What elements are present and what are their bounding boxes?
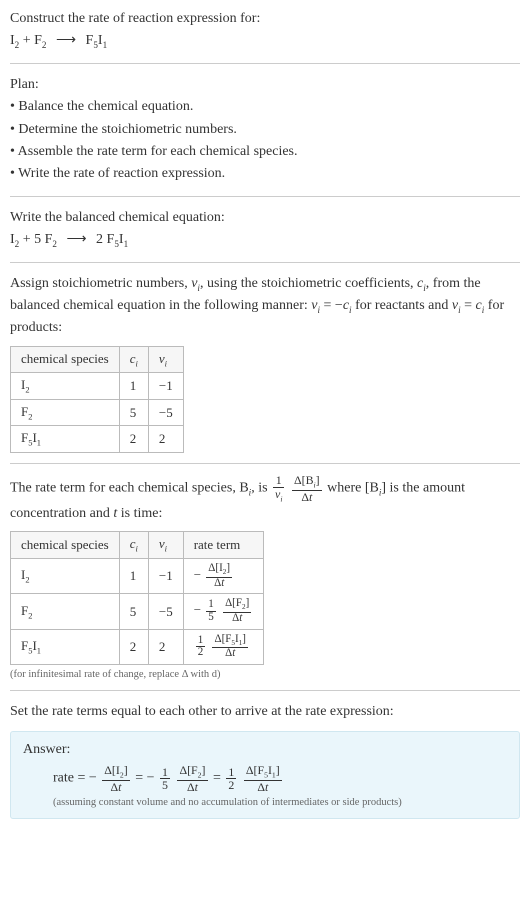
balanced-block: Write the balanced chemical equation: I2… xyxy=(10,207,520,252)
answer-box: Answer: rate = − Δ[I2]Δt = − 15 Δ[F2]Δt … xyxy=(10,731,520,819)
assign-block: Assign stoichiometric numbers, νi, using… xyxy=(10,273,520,454)
divider xyxy=(10,63,520,64)
table-row: I2 1 −1 xyxy=(11,373,184,400)
plan-block: Plan: • Balance the chemical equation. •… xyxy=(10,74,520,186)
table-row: I2 1 −1 − Δ[I2]Δt xyxy=(11,559,264,594)
divider xyxy=(10,196,520,197)
species-F5I1: F5I1 xyxy=(86,33,108,48)
col-species: chemical species xyxy=(11,346,120,373)
table-footnote: (for infinitesimal rate of change, repla… xyxy=(10,669,520,680)
balanced-equation: I2 + 5 F2 ⟶ 2 F5I1 xyxy=(10,229,520,251)
divider xyxy=(10,262,520,263)
prompt-equation: I2 + F2 ⟶ F5I1 xyxy=(10,30,520,52)
plan-item: • Write the rate of reaction expression. xyxy=(10,163,520,185)
prompt-line: Construct the rate of reaction expressio… xyxy=(10,8,520,30)
prompt-block: Construct the rate of reaction expressio… xyxy=(10,8,520,53)
setrate-line: Set the rate terms equal to each other t… xyxy=(10,701,520,723)
rateterm-table: chemical species ci νi rate term I2 1 −1… xyxy=(10,531,264,665)
arrow-icon: ⟶ xyxy=(60,232,92,247)
table-row: F2 5 −5 xyxy=(11,399,184,426)
table-row: F2 5 −5 − 15 Δ[F2]Δt xyxy=(11,594,264,629)
plan-item: • Balance the chemical equation. xyxy=(10,96,520,118)
stoich-table: chemical species ci νi I2 1 −1 F2 5 −5 F… xyxy=(10,346,184,453)
rateterm-block: The rate term for each chemical species,… xyxy=(10,474,520,680)
species-F2: F2 xyxy=(34,33,46,48)
plan-item: • Determine the stoichiometric numbers. xyxy=(10,119,520,141)
answer-footnote: (assuming constant volume and no accumul… xyxy=(23,797,507,808)
arrow-icon: ⟶ xyxy=(50,33,82,48)
answer-title: Answer: xyxy=(23,742,507,758)
divider xyxy=(10,463,520,464)
table-row: F5I1 2 2 12 Δ[F5I1]Δt xyxy=(11,629,264,664)
table-header-row: chemical species ci νi rate term xyxy=(11,532,264,559)
assign-text: Assign stoichiometric numbers, νi, using… xyxy=(10,273,520,340)
balanced-title: Write the balanced chemical equation: xyxy=(10,207,520,229)
divider xyxy=(10,690,520,691)
table-header-row: chemical species ci νi xyxy=(11,346,184,373)
rateterm-text: The rate term for each chemical species,… xyxy=(10,474,520,525)
col-nui: νi xyxy=(148,346,183,373)
plan-item: • Assemble the rate term for each chemic… xyxy=(10,141,520,163)
answer-expression: rate = − Δ[I2]Δt = − 15 Δ[F2]Δt = 12 Δ[F… xyxy=(23,764,507,793)
fraction: 1νi xyxy=(271,474,286,503)
col-ci: ci xyxy=(119,346,148,373)
fraction: Δ[Bi]Δt xyxy=(290,474,324,503)
plan-title: Plan: xyxy=(10,74,520,96)
table-row: F5I1 2 2 xyxy=(11,426,184,453)
species-I2: I2 xyxy=(10,33,19,48)
